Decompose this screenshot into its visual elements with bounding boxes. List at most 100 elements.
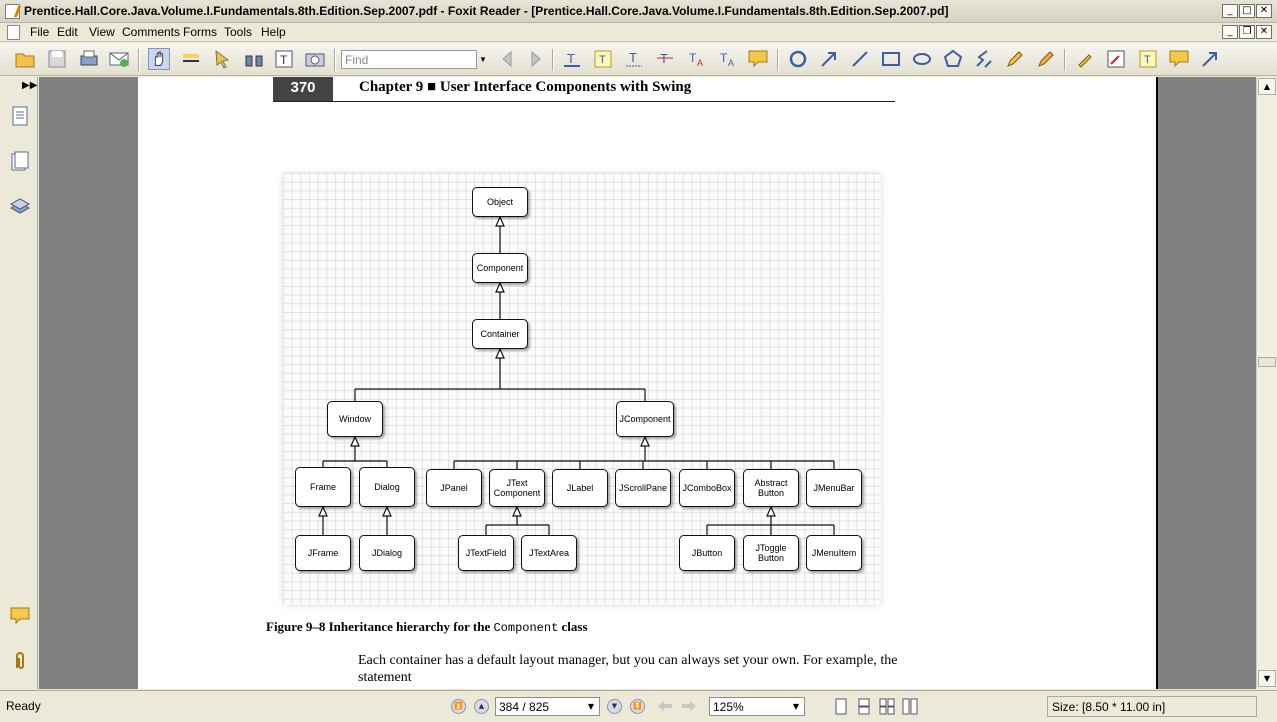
svg-text:T: T <box>599 54 606 66</box>
print-icon[interactable] <box>78 48 100 70</box>
last-page-icon[interactable]: ⏬ <box>630 699 645 714</box>
text-frame-icon[interactable]: T <box>273 48 295 70</box>
find-previous-icon[interactable] <box>497 48 519 70</box>
page-number-field[interactable]: 384 / 825 ▼ <box>495 697 600 716</box>
continuous-facing-icon[interactable] <box>902 698 918 715</box>
vertical-scrollbar[interactable]: ▲ ▼ <box>1256 77 1277 689</box>
cloud-tool-icon[interactable] <box>787 48 809 70</box>
window-title: Prentice.Hall.Core.Java.Volume.I.Fundame… <box>24 4 949 18</box>
toolbar-separator <box>552 49 554 71</box>
caption-code: Component <box>493 621 559 635</box>
arrow-tool-icon[interactable] <box>818 48 840 70</box>
doc-close-button[interactable]: ✕ <box>1256 25 1272 39</box>
node-object: Object <box>472 187 528 217</box>
polygon-tool-icon[interactable] <box>942 48 964 70</box>
zoom-select[interactable]: 125% ▼ <box>709 697 805 716</box>
save-icon[interactable] <box>46 48 68 70</box>
figure-caption: Figure 9–8 Inheritance hierarchy for the… <box>266 619 588 635</box>
node-jtextfield: JTextField <box>458 535 514 571</box>
link-arrow-icon[interactable] <box>1199 48 1221 70</box>
oval-tool-icon[interactable] <box>911 48 933 70</box>
rectangle-tool-icon[interactable] <box>880 48 902 70</box>
open-folder-icon[interactable] <box>14 48 36 70</box>
insert-text-icon[interactable]: TA <box>716 48 738 70</box>
find-next-icon[interactable] <box>524 48 546 70</box>
scroll-up-icon[interactable]: ▲ <box>1258 78 1276 95</box>
node-frame: Frame <box>295 467 351 507</box>
node-window: Window <box>327 401 383 437</box>
menu-comments[interactable]: Comments <box>122 25 180 39</box>
text-field-icon[interactable]: T <box>1137 48 1159 70</box>
pdf-page: 370 Chapter 9 ■ User Interface Component… <box>138 77 1158 689</box>
polyline-tool-icon[interactable] <box>973 48 995 70</box>
email-icon[interactable] <box>108 48 130 70</box>
document-icon[interactable] <box>7 25 20 40</box>
node-abstractbutton: Abstract Button <box>743 469 799 507</box>
minimize-button[interactable]: _ <box>1222 4 1238 18</box>
title-bar: Prentice.Hall.Core.Java.Volume.I.Fundame… <box>0 0 1277 23</box>
menu-bar: File Edit View Comments Forms Tools Help… <box>0 23 1277 42</box>
zoom-value: 125% <box>713 700 744 714</box>
pages-panel-icon[interactable] <box>9 105 31 127</box>
note-icon[interactable] <box>747 48 769 70</box>
single-page-icon[interactable] <box>833 698 849 715</box>
zoom-dropdown-icon[interactable]: ▼ <box>790 699 802 714</box>
layers-panel-icon[interactable] <box>9 194 31 216</box>
expand-panel-icon[interactable]: ▶▶ <box>22 80 37 91</box>
menu-tools[interactable]: Tools <box>224 25 252 39</box>
menu-view[interactable]: View <box>89 25 115 39</box>
document-viewport[interactable]: 370 Chapter 9 ■ User Interface Component… <box>39 77 1256 689</box>
node-container: Container <box>472 319 528 349</box>
snapshot-icon[interactable] <box>304 48 326 70</box>
find-dropdown-icon[interactable]: ▼ <box>477 50 489 69</box>
menu-help[interactable]: Help <box>261 25 286 39</box>
select-arrow-icon[interactable] <box>211 48 233 70</box>
facing-icon[interactable] <box>879 698 895 715</box>
bookmarks-panel-icon[interactable] <box>9 150 31 172</box>
page-size-readout: Size: [8.50 * 11.00 in] <box>1047 696 1257 717</box>
first-page-icon[interactable]: ⏫ <box>451 699 466 714</box>
svg-text:A: A <box>697 58 703 68</box>
doc-restore-button[interactable]: ❐ <box>1239 25 1255 39</box>
toolbar: T Find ▼ T T T T TA TA T <box>0 43 1277 76</box>
foxit-app-icon[interactable] <box>5 4 20 19</box>
form-field-icon[interactable] <box>1105 48 1127 70</box>
maximize-button[interactable]: □ <box>1239 4 1255 18</box>
node-jcombobox: JComboBox <box>679 469 735 507</box>
node-jcomponent: JComponent <box>616 401 674 437</box>
node-jbutton: JButton <box>679 535 735 571</box>
pencil-tool-icon[interactable] <box>1004 48 1026 70</box>
attachments-panel-icon[interactable] <box>9 650 31 672</box>
line-tool-icon[interactable] <box>849 48 871 70</box>
binoculars-icon[interactable] <box>243 48 265 70</box>
page-dropdown-icon[interactable]: ▼ <box>585 699 597 714</box>
select-text-icon[interactable] <box>180 48 202 70</box>
close-button[interactable]: ✕ <box>1256 4 1272 18</box>
go-back-icon[interactable] <box>656 699 674 714</box>
go-forward-icon[interactable] <box>680 699 698 714</box>
comments-panel-icon[interactable] <box>9 605 31 627</box>
highlight-text-icon[interactable]: T <box>561 48 583 70</box>
strikeout-text-icon[interactable]: T <box>654 48 676 70</box>
continuous-icon[interactable] <box>856 698 872 715</box>
typewriter-icon[interactable]: T <box>592 48 614 70</box>
attach-file-icon[interactable] <box>1074 48 1096 70</box>
menu-edit[interactable]: Edit <box>57 25 78 39</box>
comment-icon[interactable] <box>1168 48 1190 70</box>
menu-file[interactable]: File <box>30 25 49 39</box>
page-number: 370 <box>273 77 333 101</box>
next-page-icon[interactable]: ▼ <box>607 699 622 714</box>
eraser-tool-icon[interactable] <box>1035 48 1057 70</box>
toolbar-separator <box>138 49 140 71</box>
hand-tool-icon[interactable] <box>148 48 170 70</box>
previous-page-icon[interactable]: ▲ <box>474 699 489 714</box>
underline-text-icon[interactable]: T <box>623 48 645 70</box>
scroll-thumb[interactable] <box>1258 357 1276 367</box>
replace-text-icon[interactable]: TA <box>685 48 707 70</box>
scroll-down-icon[interactable]: ▼ <box>1258 670 1276 687</box>
menu-forms[interactable]: Forms <box>183 25 217 39</box>
doc-minimize-button[interactable]: _ <box>1222 25 1238 39</box>
find-input[interactable]: Find <box>341 50 477 69</box>
node-jpanel: JPanel <box>426 469 482 507</box>
node-jtogglebutton: JToggle Button <box>743 535 799 571</box>
